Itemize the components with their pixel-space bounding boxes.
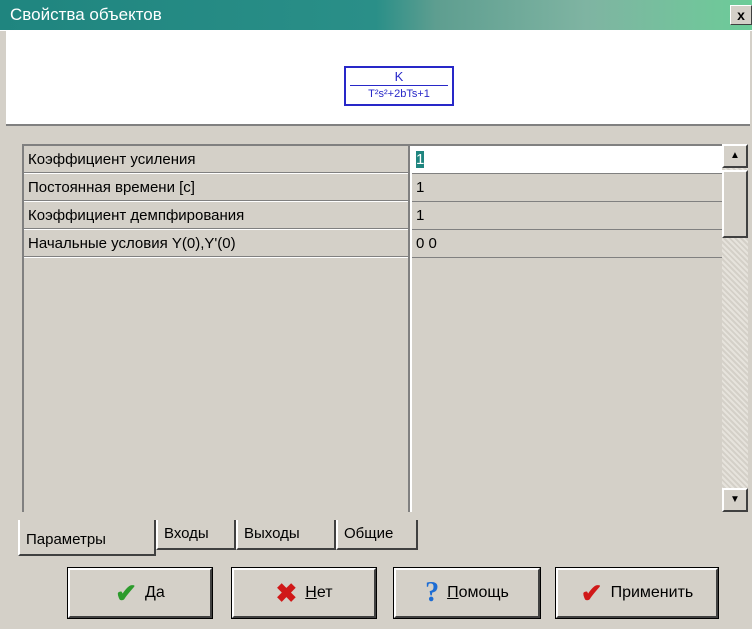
ok-label: Да bbox=[145, 584, 165, 601]
help-label: Помощь bbox=[447, 584, 509, 601]
param-value[interactable]: 1 bbox=[412, 202, 722, 230]
param-row[interactable]: Коэффициент демпфирования 1 bbox=[24, 202, 722, 230]
close-icon: x bbox=[737, 7, 745, 23]
no-button[interactable]: ✖ Нет bbox=[231, 567, 377, 619]
arrow-up-icon: ▲ bbox=[730, 150, 740, 161]
param-value[interactable]: 0 0 bbox=[412, 230, 722, 258]
help-icon: ? bbox=[425, 577, 440, 608]
vertical-scrollbar[interactable]: ▲ ▼ bbox=[722, 144, 748, 512]
formula-denominator: T²s²+2bTs+1 bbox=[368, 88, 430, 100]
column-separator[interactable] bbox=[408, 146, 412, 512]
param-value-text[interactable]: 1 bbox=[416, 151, 425, 168]
help-button[interactable]: ? Помощь bbox=[393, 567, 541, 619]
close-button[interactable]: x bbox=[730, 5, 752, 25]
transfer-function-formula: K T²s²+2bTs+1 bbox=[344, 66, 454, 106]
scroll-thumb[interactable] bbox=[722, 170, 748, 238]
ok-button[interactable]: ✔ Да bbox=[67, 567, 213, 619]
arrow-down-icon: ▼ bbox=[730, 494, 740, 505]
apply-label: Применить bbox=[610, 584, 694, 601]
tab-outputs[interactable]: Выходы bbox=[236, 520, 336, 550]
scroll-down-button[interactable]: ▼ bbox=[722, 488, 748, 512]
window-title: Свойства объектов bbox=[10, 5, 162, 24]
param-name: Начальные условия Y(0),Y'(0) bbox=[24, 230, 408, 258]
param-value[interactable]: 1 bbox=[412, 146, 722, 174]
param-value[interactable]: 1 bbox=[412, 174, 722, 202]
block-preview: K T²s²+2bTs+1 bbox=[6, 30, 750, 126]
scroll-up-button[interactable]: ▲ bbox=[722, 144, 748, 168]
apply-check-icon: ✔ bbox=[580, 577, 603, 608]
check-icon: ✔ bbox=[115, 577, 138, 608]
tab-inputs[interactable]: Входы bbox=[156, 520, 236, 550]
param-row[interactable]: Коэффициент усиления 1 bbox=[24, 146, 722, 174]
apply-button[interactable]: ✔ Применить bbox=[555, 567, 719, 619]
formula-numerator: K bbox=[394, 69, 404, 84]
param-name: Коэффициент демпфирования bbox=[24, 202, 408, 230]
fraction-bar bbox=[350, 85, 448, 86]
title-bar[interactable]: Свойства объектов x bbox=[0, 0, 752, 31]
param-row[interactable]: Начальные условия Y(0),Y'(0) 0 0 bbox=[24, 230, 722, 258]
param-name: Постоянная времени [c] bbox=[24, 174, 408, 202]
no-label: Нет bbox=[305, 584, 333, 601]
param-name: Коэффициент усиления bbox=[24, 146, 408, 174]
x-icon: ✖ bbox=[275, 577, 298, 608]
param-row[interactable]: Постоянная времени [c] 1 bbox=[24, 174, 722, 202]
tab-parameters[interactable]: Параметры bbox=[18, 520, 156, 556]
tab-general[interactable]: Общие bbox=[336, 520, 418, 550]
parameter-grid: Коэффициент усиления 1 Постоянная времен… bbox=[22, 144, 722, 512]
